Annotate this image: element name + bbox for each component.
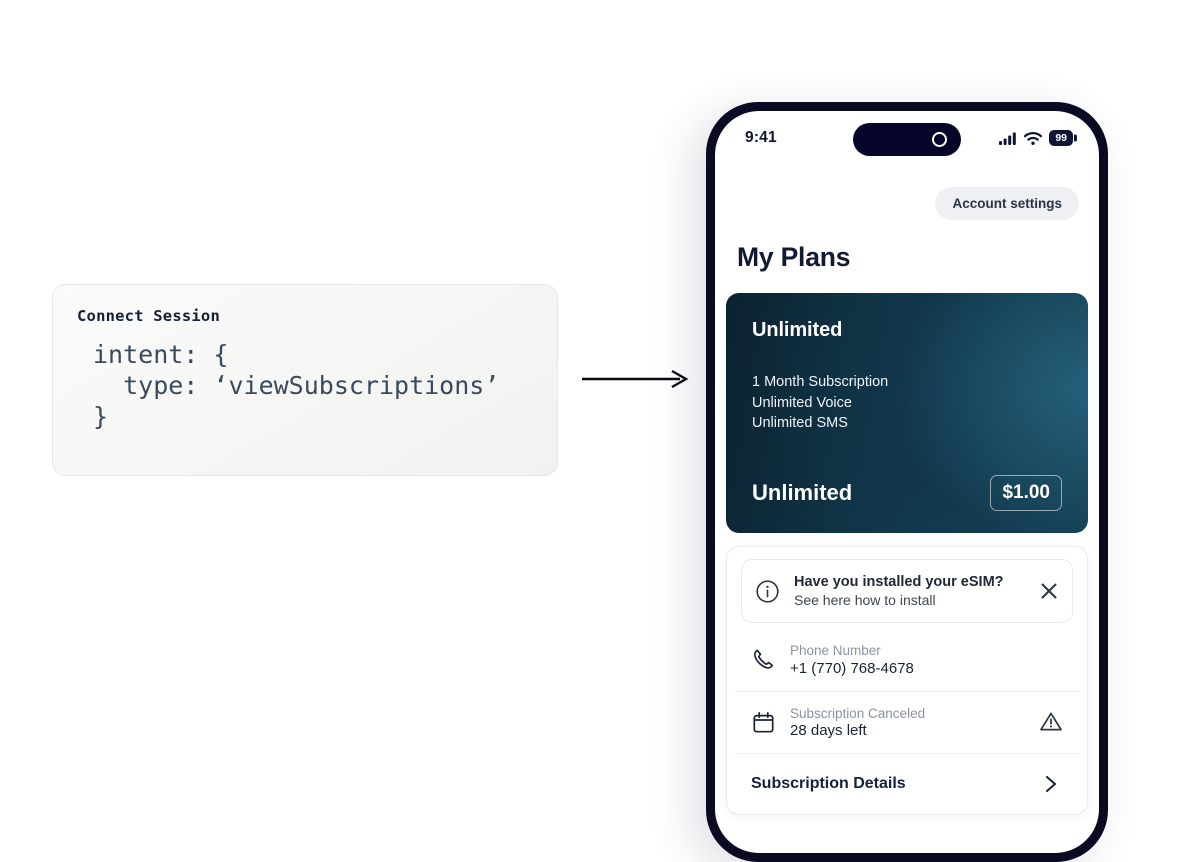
- status-indicators: 99: [999, 129, 1073, 147]
- row-text: Phone Number +1 (770) 768-4678: [790, 643, 1063, 677]
- battery-indicator: 99: [1049, 129, 1073, 147]
- arrow-right-icon: [580, 366, 692, 392]
- table-row: Subscription Canceled 28 days left: [735, 692, 1079, 754]
- row-value: 28 days left: [790, 722, 867, 739]
- row-value: +1 (770) 768-4678: [790, 659, 914, 677]
- plan-name: Unlimited: [752, 319, 843, 341]
- account-settings-button[interactable]: Account settings: [935, 187, 1079, 220]
- subscription-details-label: Subscription Details: [751, 775, 906, 792]
- dynamic-island: [853, 123, 961, 156]
- status-bar: 9:41 99: [715, 111, 1099, 165]
- warning-triangle-icon: [1039, 710, 1063, 734]
- account-settings-row: Account settings: [715, 165, 1099, 220]
- session-code-block: intent: { type: ‘viewSubscriptions’ }: [93, 340, 500, 431]
- plan-footer-name: Unlimited: [752, 480, 853, 505]
- camera-dot-icon: [932, 132, 947, 147]
- phone-mockup: 9:41 99 Account settings My Plans Unlimi…: [706, 102, 1108, 862]
- esim-banner-subtitle: See here how to install: [794, 592, 936, 608]
- row-label: Phone Number: [790, 643, 881, 658]
- close-icon[interactable]: [1039, 581, 1059, 601]
- cellular-signal-icon: [999, 132, 1017, 145]
- plan-features: 1 Month Subscription Unlimited Voice Unl…: [752, 374, 889, 431]
- calendar-icon: [751, 710, 776, 735]
- phone-screen: 9:41 99 Account settings My Plans Unlimi…: [715, 111, 1099, 853]
- plan-card-footer: Unlimited $1.00: [752, 475, 1062, 511]
- subscription-details-link[interactable]: Subscription Details: [735, 754, 1079, 814]
- status-clock: 9:41: [745, 129, 777, 146]
- session-title: Connect Session: [77, 307, 220, 325]
- row-label: Subscription Canceled: [790, 705, 926, 721]
- table-row: Phone Number +1 (770) 768-4678: [735, 629, 1079, 692]
- page-title: My Plans: [737, 242, 851, 272]
- info-circle-icon: [755, 579, 780, 604]
- phone-handset-icon: [751, 647, 776, 672]
- plan-card[interactable]: Unlimited 1 Month Subscription Unlimited…: [726, 293, 1088, 533]
- chevron-right-icon: [1041, 774, 1061, 794]
- esim-install-banner[interactable]: Have you installed your eSIM? See here h…: [741, 559, 1073, 623]
- row-text: Subscription Canceled 28 days left: [790, 706, 1025, 740]
- esim-banner-title: Have you installed your eSIM?: [794, 574, 1004, 590]
- plan-details-card: Have you installed your eSIM? See here h…: [726, 546, 1088, 815]
- plan-price-badge: $1.00: [990, 475, 1062, 511]
- wifi-icon: [1024, 131, 1043, 145]
- esim-banner-text: Have you installed your eSIM? See here h…: [794, 574, 1025, 608]
- connect-session-card: Connect Session intent: { type: ‘viewSub…: [52, 284, 558, 476]
